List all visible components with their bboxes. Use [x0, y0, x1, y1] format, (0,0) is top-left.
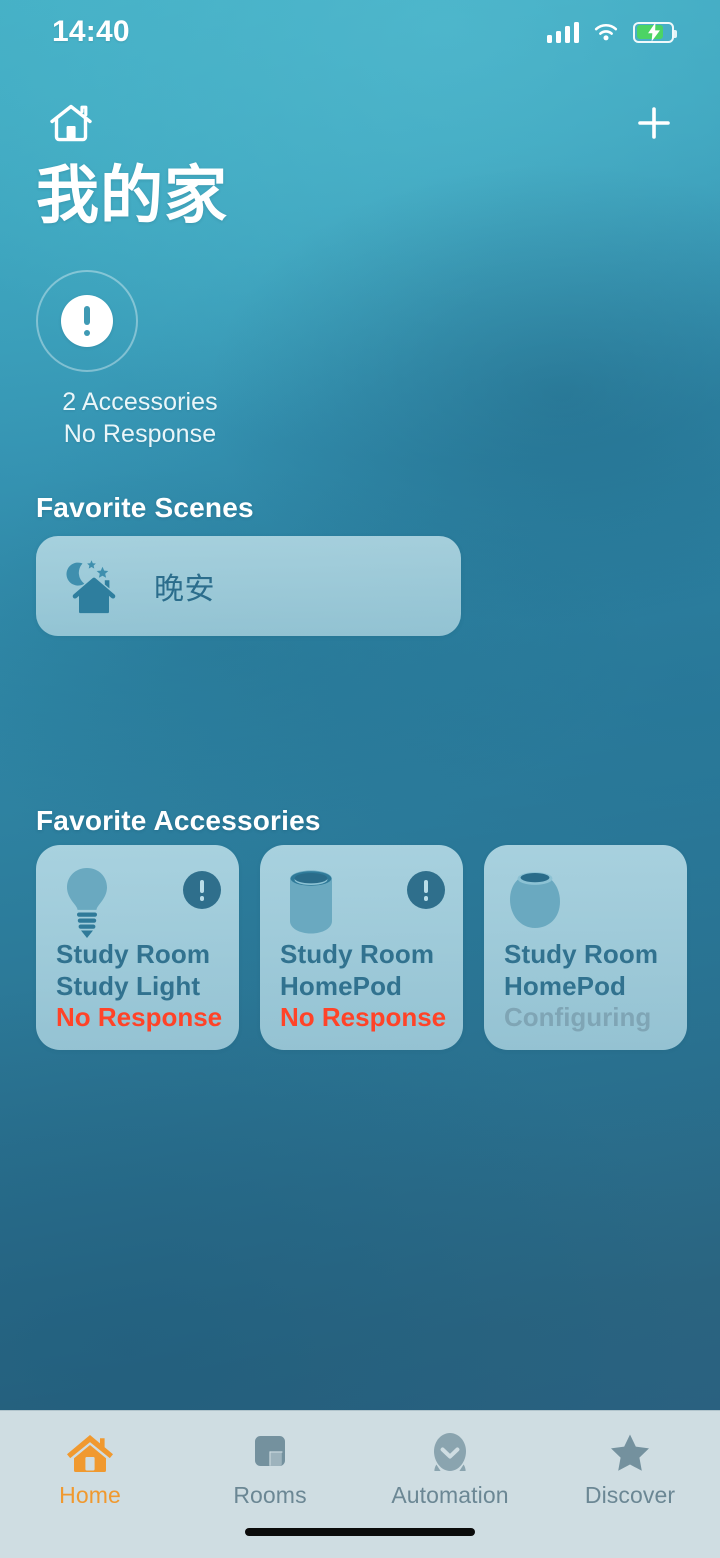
accessory-card-text: Study Room Study Light No Response: [56, 939, 225, 1034]
page-title: 我的家: [36, 161, 228, 231]
accessory-state: No Response: [56, 1002, 223, 1033]
accessory-card-row: Study Room Study Light No Response Study…: [36, 845, 687, 1050]
tab-home[interactable]: Home: [0, 1411, 180, 1558]
favorite-scenes-heading: Favorite Scenes: [36, 492, 254, 523]
charging-bolt-icon: [647, 22, 660, 42]
nav-bar: [0, 92, 720, 154]
house-outline-icon[interactable]: [48, 101, 94, 145]
tab-icon-wrap: [606, 1429, 654, 1477]
accessory-name: Study Light: [56, 970, 201, 1001]
battery-charging-icon: [633, 21, 678, 43]
add-button[interactable]: [628, 97, 680, 149]
house-filled-icon: [67, 1435, 113, 1472]
status-bar: 14:40: [0, 0, 720, 64]
wifi-icon: [594, 23, 618, 40]
exclamation-badge-icon: [183, 871, 221, 909]
accessory-card-text: Study Room HomePod No Response: [280, 939, 449, 1034]
homepod-icon: [290, 870, 332, 934]
exclamation-badge-icon: [407, 871, 445, 909]
accessory-state: No Response: [280, 1002, 447, 1033]
tab-label-discover: Discover: [584, 1482, 676, 1508]
tab-icon-wrap: [427, 1429, 473, 1477]
moon-stars-house-icon: [66, 560, 116, 614]
tab-label-rooms: Rooms: [233, 1482, 307, 1508]
phone-screen: 14:40 我的家 2 Accessories No Response Favo…: [0, 0, 720, 1558]
accessory-room: Study Room: [56, 938, 211, 969]
tab-discover[interactable]: Discover: [540, 1411, 720, 1558]
accessory-card-homepod-mini[interactable]: Study Room HomePod Configuring: [484, 845, 687, 1050]
home-status-summary[interactable]: 2 Accessories No Response: [36, 270, 336, 450]
scene-label: 晚安: [154, 573, 215, 606]
tab-icon-wrap: [64, 1429, 116, 1477]
favorite-accessories-heading: Favorite Accessories: [36, 805, 321, 836]
status-summary-line2: No Response: [63, 420, 217, 448]
accessory-room: Study Room: [280, 938, 435, 969]
automation-check-icon: [434, 1433, 466, 1471]
accessory-name: HomePod: [280, 970, 403, 1001]
plus-icon: [638, 107, 670, 139]
accessory-card-homepod[interactable]: Study Room HomePod No Response: [260, 845, 463, 1050]
accessory-card-text: Study Room HomePod Configuring: [504, 939, 673, 1034]
tab-label-home: Home: [59, 1482, 121, 1508]
rooms-icon: [255, 1436, 285, 1466]
status-summary-line1: 2 Accessories: [62, 388, 218, 416]
accessory-card-study-light[interactable]: Study Room Study Light No Response: [36, 845, 239, 1050]
accessory-room: Study Room: [504, 938, 659, 969]
tab-icon-wrap: [247, 1429, 293, 1477]
star-icon: [611, 1434, 649, 1471]
status-bar-indicators: [546, 21, 678, 43]
accessory-name: HomePod: [504, 970, 627, 1001]
accessory-card-top: [280, 865, 445, 939]
status-summary-text: 2 Accessories No Response: [24, 386, 256, 450]
status-ring: [36, 270, 138, 372]
homepod-mini-icon: [510, 872, 560, 928]
accessory-card-top: [504, 865, 669, 939]
exclamation-circle-icon: [61, 295, 113, 347]
home-indicator[interactable]: [245, 1528, 475, 1536]
status-bar-clock: 14:40: [52, 15, 130, 48]
tab-label-automation: Automation: [391, 1482, 509, 1508]
lightbulb-icon: [67, 868, 107, 938]
scene-card-goodnight[interactable]: 晚安: [36, 536, 461, 636]
accessory-state: Configuring: [504, 1002, 652, 1033]
signal-bars-icon: [546, 21, 579, 43]
accessory-card-top: [56, 865, 221, 939]
